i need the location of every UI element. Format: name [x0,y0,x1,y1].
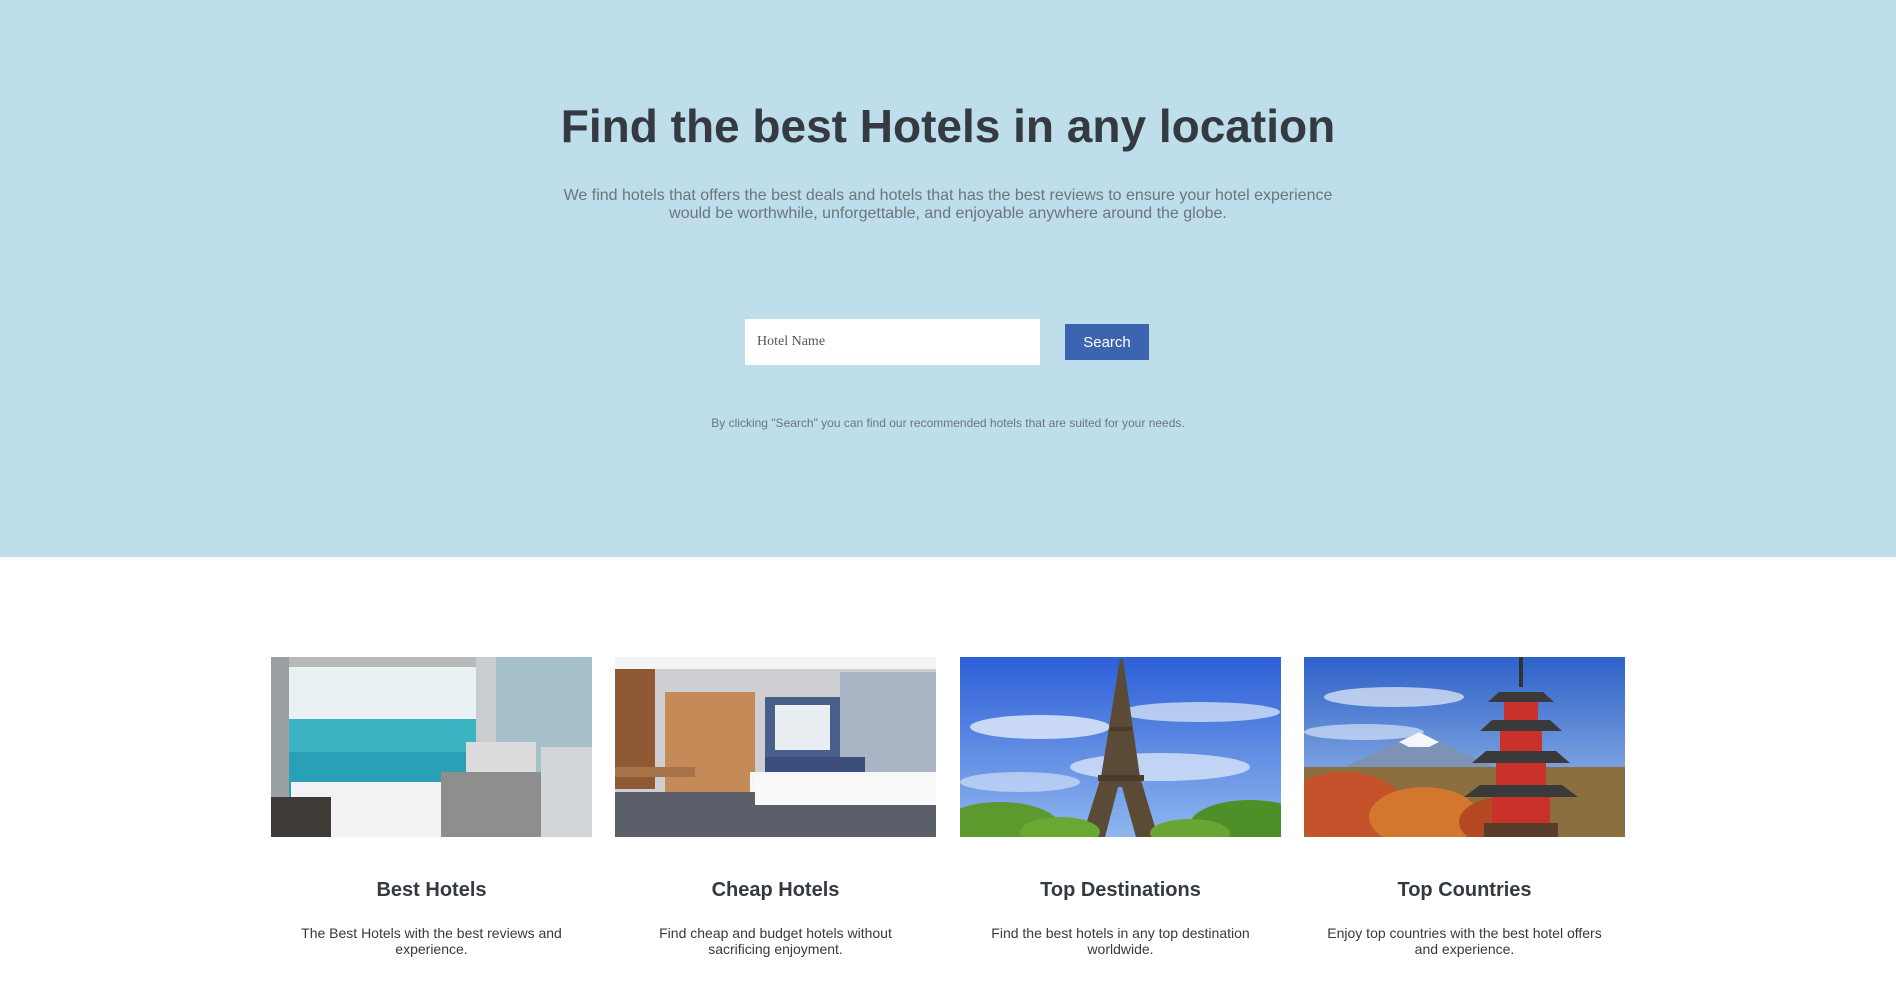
feature-description: The Best Hotels with the best reviews an… [301,925,562,957]
feature-description: Find cheap and budget hotels without sac… [659,925,892,957]
hotel-room-image [615,657,936,837]
feature-card-top-destinations: Top Destinations Find the best hotels in… [960,657,1281,957]
search-note: By clicking "Search" you can find our re… [711,416,1185,430]
hero-section: Find the best Hotels in any location We … [0,0,1896,557]
feature-title: Best Hotels [376,879,487,901]
feature-title: Top Countries [1397,879,1532,901]
hero-subtitle: We find hotels that offers the best deal… [563,187,1333,222]
feature-card-best-hotels: Best Hotels The Best Hotels with the bes… [271,657,592,957]
hero-title: Find the best Hotels in any location [560,100,1336,152]
feature-title: Cheap Hotels [711,879,840,901]
feature-title: Top Destinations [1040,879,1201,901]
feature-description: Enjoy top countries with the best hotel … [1327,925,1602,957]
search-button[interactable]: Search [1065,324,1149,360]
hotel-name-input[interactable] [745,319,1040,365]
japan-pagoda-image [1304,657,1625,837]
feature-description: Find the best hotels in any top destinat… [991,925,1250,957]
feature-card-top-countries: Top Countries Enjoy top countries with t… [1304,657,1625,957]
feature-card-cheap-hotels: Cheap Hotels Find cheap and budget hotel… [615,657,936,957]
ocean-view-bedroom-image [271,657,592,837]
eiffel-tower-image [960,657,1281,837]
